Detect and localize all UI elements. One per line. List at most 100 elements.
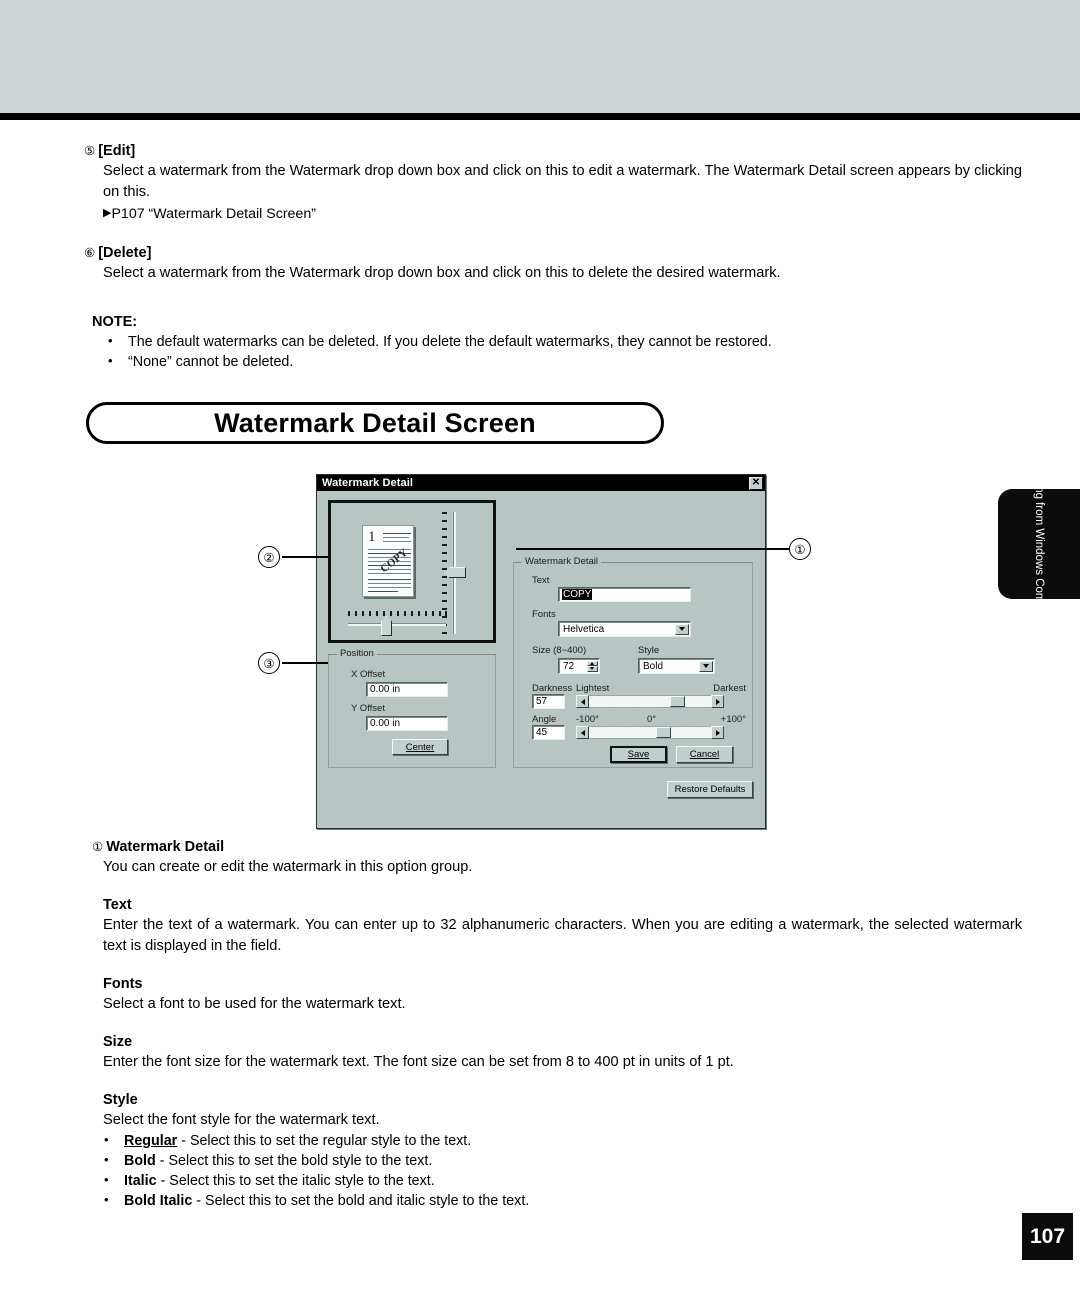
angle-min-label: -100° bbox=[576, 714, 599, 725]
page-thumbnail: 1 COPY bbox=[362, 525, 414, 597]
darkness-max-label: Darkest bbox=[713, 683, 746, 694]
restore-defaults-button[interactable]: Restore Defaults bbox=[667, 781, 753, 798]
center-button[interactable]: Center bbox=[392, 739, 448, 755]
callout-2: ② bbox=[258, 546, 280, 568]
style-label: Style bbox=[638, 645, 660, 656]
x-offset-input[interactable]: 0.00 in bbox=[366, 682, 448, 697]
section-edit: ⑤ [Edit] Select a watermark from the Wate… bbox=[0, 142, 1080, 225]
description-title: Watermark Detail bbox=[106, 839, 225, 855]
page-number: 107 bbox=[1022, 1213, 1073, 1260]
text-field-label: Text bbox=[532, 575, 550, 586]
banner-title: Watermark Detail Screen bbox=[214, 407, 536, 438]
watermark-detail-figure: ② ③ ① Watermark Detail ✕ 1 COPY Position… bbox=[248, 462, 828, 832]
watermark-detail-dialog: Watermark Detail ✕ 1 COPY Position X Off… bbox=[316, 474, 766, 829]
cancel-button-label: Cancel bbox=[689, 749, 720, 760]
upper-text-content: ⑤ [Edit] Select a watermark from the Wate… bbox=[0, 120, 1080, 372]
save-button[interactable]: Save bbox=[610, 746, 667, 763]
darkness-label: Darkness bbox=[532, 683, 573, 694]
style-bullet-desc: - Select this to set the italic style to… bbox=[156, 1173, 435, 1189]
darkness-input[interactable]: 57 bbox=[532, 694, 565, 709]
style-bullet-item: Bold - Select this to set the bold style… bbox=[100, 1150, 1080, 1171]
angle-slider-thumb[interactable] bbox=[656, 727, 672, 738]
section-delete-heading: ⑥ [Delete] bbox=[0, 244, 1080, 263]
watermark-text-value: COPY bbox=[562, 589, 593, 600]
darkness-slider-thumb[interactable] bbox=[669, 696, 685, 707]
y-offset-label: Y Offset bbox=[351, 703, 385, 714]
darkness-slider[interactable] bbox=[576, 695, 724, 708]
watermark-text-input[interactable]: COPY bbox=[558, 587, 691, 602]
fonts-dropdown[interactable]: Helvetica bbox=[558, 621, 691, 637]
style-bullet-name: Regular bbox=[124, 1133, 178, 1149]
section-delete-number: ⑥ bbox=[84, 246, 96, 260]
angle-slider-right-arrow-icon[interactable] bbox=[711, 726, 724, 739]
dialog-body: 1 COPY Position X Offset 0.00 in Y Offse… bbox=[317, 491, 765, 830]
callout-1: ① bbox=[789, 538, 811, 560]
section-edit-number: ⑤ bbox=[84, 144, 96, 158]
watermark-preview-pane: 1 COPY bbox=[328, 500, 496, 643]
position-group: Position X Offset 0.00 in Y Offset 0.00 … bbox=[328, 648, 496, 768]
position-group-label: Position bbox=[337, 648, 377, 659]
angle-input[interactable]: 45 bbox=[532, 725, 565, 740]
style-bullet-item: Italic - Select this to set the italic s… bbox=[100, 1170, 1080, 1191]
darkness-min-label: Lightest bbox=[576, 683, 610, 694]
lower-text-content: ① Watermark Detail You can create or edit… bbox=[0, 838, 1080, 1211]
description-body: Select a font to be used for the waterma… bbox=[103, 996, 406, 1012]
darkness-slider-left-arrow-icon[interactable] bbox=[576, 695, 589, 708]
note-bullet-item: The default watermarks can be deleted. I… bbox=[104, 331, 1080, 352]
horizontal-position-slider-thumb[interactable] bbox=[381, 616, 392, 636]
style-dropdown[interactable]: Bold bbox=[638, 658, 715, 674]
section-edit-title: [Edit] bbox=[98, 143, 136, 159]
angle-label: Angle bbox=[532, 714, 557, 725]
description-size: Size Enter the font size for the waterma… bbox=[0, 1033, 1080, 1073]
note-bullet-list: The default watermarks can be deleted. I… bbox=[0, 331, 1080, 372]
fonts-label: Fonts bbox=[532, 609, 556, 620]
fonts-value: Helvetica bbox=[563, 623, 605, 635]
y-offset-input[interactable]: 0.00 in bbox=[366, 716, 448, 731]
callout-3: ③ bbox=[258, 652, 280, 674]
note-bullet-item: “None” cannot be deleted. bbox=[104, 351, 1080, 372]
style-bullet-name: Bold Italic bbox=[124, 1193, 193, 1209]
section-edit-body: Select a watermark from the Watermark dr… bbox=[103, 163, 1022, 200]
watermark-detail-group: Watermark Detail Text COPY Fonts Helveti… bbox=[513, 556, 753, 768]
page-header-band bbox=[0, 0, 1080, 113]
callout-1-leader bbox=[516, 548, 790, 550]
description-heading: Text bbox=[103, 897, 132, 913]
vertical-position-slider-thumb[interactable] bbox=[444, 567, 466, 578]
dialog-titlebar: Watermark Detail ✕ bbox=[317, 475, 765, 491]
section-delete-title: [Delete] bbox=[98, 245, 152, 261]
chevron-down-icon[interactable] bbox=[674, 623, 689, 635]
description-heading: Style bbox=[103, 1092, 138, 1108]
section-delete-body: Select a watermark from the Watermark dr… bbox=[103, 265, 781, 281]
section-edit-reference: ▶P107 “Watermark Detail Screen” bbox=[0, 203, 1080, 225]
angle-slider-track[interactable] bbox=[589, 726, 711, 739]
chevron-down-icon[interactable] bbox=[698, 660, 713, 672]
description-text: Text Enter the text of a watermark. You … bbox=[0, 896, 1080, 957]
angle-max-label: +100° bbox=[720, 714, 746, 725]
cancel-button[interactable]: Cancel bbox=[676, 746, 733, 763]
section-delete: ⑥ [Delete] Select a watermark from the Wa… bbox=[0, 244, 1080, 284]
darkness-slider-right-arrow-icon[interactable] bbox=[711, 695, 724, 708]
angle-slider[interactable] bbox=[576, 726, 724, 739]
note-heading: NOTE: bbox=[92, 314, 138, 330]
size-spin-buttons[interactable] bbox=[586, 660, 598, 672]
section-banner: Watermark Detail Screen bbox=[86, 402, 664, 444]
size-stepper[interactable]: 72 bbox=[558, 658, 600, 674]
horizontal-slider-ticks bbox=[348, 611, 447, 616]
spin-down-icon[interactable] bbox=[586, 666, 598, 672]
header-rule bbox=[0, 113, 1080, 120]
center-button-label: Center bbox=[405, 741, 435, 753]
callout-3-leader bbox=[282, 662, 328, 664]
style-bullet-name: Bold bbox=[124, 1153, 156, 1169]
restore-defaults-label: Restore Defaults bbox=[674, 784, 746, 795]
description-body: Select the font style for the watermark … bbox=[103, 1112, 380, 1128]
horizontal-position-slider-track[interactable] bbox=[348, 623, 446, 626]
size-value: 72 bbox=[563, 660, 575, 672]
style-bullet-list: Regular - Select this to set the regular… bbox=[0, 1130, 1080, 1211]
description-body: Enter the text of a watermark. You can e… bbox=[103, 917, 1022, 954]
note-block: NOTE: The default watermarks can be dele… bbox=[0, 312, 1080, 372]
angle-slider-left-arrow-icon[interactable] bbox=[576, 726, 589, 739]
close-icon[interactable]: ✕ bbox=[749, 476, 763, 490]
darkness-slider-track[interactable] bbox=[589, 695, 711, 708]
chapter-side-tab-label: Printing from Windows Computer bbox=[1033, 459, 1045, 629]
section-edit-reference-text: P107 “Watermark Detail Screen” bbox=[111, 206, 316, 222]
